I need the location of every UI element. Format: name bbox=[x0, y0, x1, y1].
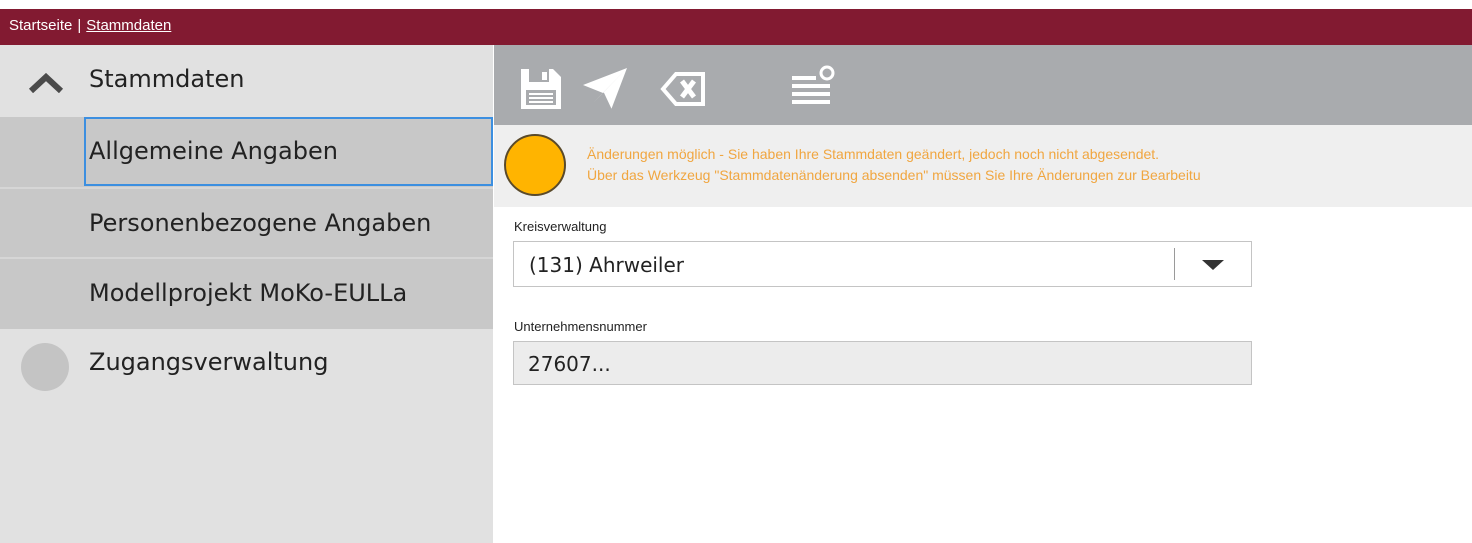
notice-line-1: Änderungen möglich - Sie haben Ihre Stam… bbox=[587, 146, 1160, 162]
select-divider bbox=[1174, 248, 1175, 280]
status-dot-icon bbox=[21, 343, 69, 391]
top-gap bbox=[0, 0, 1472, 9]
sidebar-item-label: Personenbezogene Angaben bbox=[89, 209, 432, 237]
status-indicator-icon bbox=[504, 134, 566, 196]
sidebar: Stammdaten Allgemeine Angaben Personenbe… bbox=[0, 45, 493, 543]
unternehmensnummer-field: 27607... bbox=[513, 341, 1252, 385]
clear-icon[interactable] bbox=[660, 65, 708, 113]
list-settings-icon[interactable] bbox=[789, 65, 837, 113]
unternehmensnummer-value: 27607... bbox=[528, 352, 611, 376]
notice-line-2: Über das Werkzeug "Stammdatenänderung ab… bbox=[587, 167, 1201, 183]
breadcrumb-current[interactable]: Stammdaten bbox=[86, 17, 171, 34]
status-notice: Änderungen möglich - Sie haben Ihre Stam… bbox=[494, 125, 1472, 207]
sidebar-section-stammdaten[interactable]: Stammdaten bbox=[0, 45, 493, 117]
sidebar-item-zugangsverwaltung[interactable]: Zugangsverwaltung bbox=[0, 327, 493, 399]
send-icon[interactable] bbox=[581, 65, 629, 113]
kreisverwaltung-value: (131) Ahrweiler bbox=[529, 253, 685, 277]
sidebar-item-personenbezogene-angaben[interactable]: Personenbezogene Angaben bbox=[0, 189, 493, 259]
sidebar-section-label: Stammdaten bbox=[89, 65, 245, 93]
breadcrumb-separator: | bbox=[77, 17, 82, 34]
kreisverwaltung-label: Kreisverwaltung bbox=[514, 219, 607, 234]
breadcrumb-home[interactable]: Startseite bbox=[9, 17, 72, 34]
unternehmensnummer-label: Unternehmensnummer bbox=[514, 319, 647, 334]
chevron-down-icon[interactable] bbox=[1202, 260, 1224, 270]
save-icon[interactable] bbox=[517, 65, 565, 113]
breadcrumb: Startseite | Stammdaten bbox=[0, 9, 1472, 45]
chevron-up-icon bbox=[28, 73, 64, 93]
sidebar-item-modellprojekt[interactable]: Modellprojekt MoKo-EULLa bbox=[0, 259, 493, 329]
sidebar-item-allgemeine-angaben[interactable]: Allgemeine Angaben bbox=[0, 117, 493, 187]
sidebar-item-label: Allgemeine Angaben bbox=[89, 137, 338, 165]
toolbar bbox=[494, 45, 1472, 125]
sidebar-item-label: Zugangsverwaltung bbox=[89, 348, 329, 376]
sidebar-item-label: Modellprojekt MoKo-EULLa bbox=[89, 279, 408, 307]
kreisverwaltung-select[interactable]: (131) Ahrweiler bbox=[513, 241, 1252, 287]
